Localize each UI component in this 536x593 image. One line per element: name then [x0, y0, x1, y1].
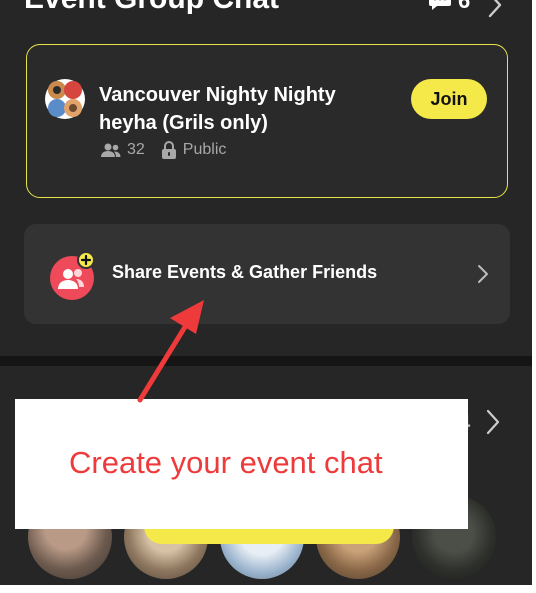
event-app-screen: Event Group Chat 6 Vancouver Nighty Nigh…	[0, 0, 536, 593]
member-count: 32	[127, 141, 145, 158]
chevron-right-icon[interactable]	[484, 0, 506, 18]
group-name: Vancouver Nighty Nighty heyha (Grils onl…	[99, 84, 336, 134]
chat-bubble-icon	[429, 0, 451, 10]
group-chat-card[interactable]: Vancouver Nighty Nighty heyha (Grils onl…	[26, 44, 508, 198]
chat-count-value: 6	[458, 0, 471, 13]
chevron-right-icon[interactable]	[484, 408, 502, 436]
lock-icon	[161, 141, 176, 159]
group-avatar	[45, 79, 85, 119]
frame-edge	[0, 585, 536, 593]
join-button[interactable]: Join	[411, 79, 487, 119]
chevron-right-icon	[478, 265, 488, 283]
chat-count[interactable]: 6	[428, 0, 470, 14]
share-events-row[interactable]: Share Events & Gather Friends	[24, 224, 510, 324]
annotation-text: Create your event chat	[69, 445, 383, 480]
annotation-box: Create your event chat	[15, 399, 468, 529]
section-title: Event Group Chat	[24, 0, 279, 16]
add-friends-icon	[50, 251, 95, 300]
share-events-label: Share Events & Gather Friends	[112, 262, 378, 282]
privacy-label: Public	[182, 141, 227, 158]
frame-edge	[532, 0, 536, 593]
section-divider	[0, 356, 532, 366]
members-icon	[101, 143, 121, 157]
group-meta: 32 Public	[101, 141, 226, 159]
